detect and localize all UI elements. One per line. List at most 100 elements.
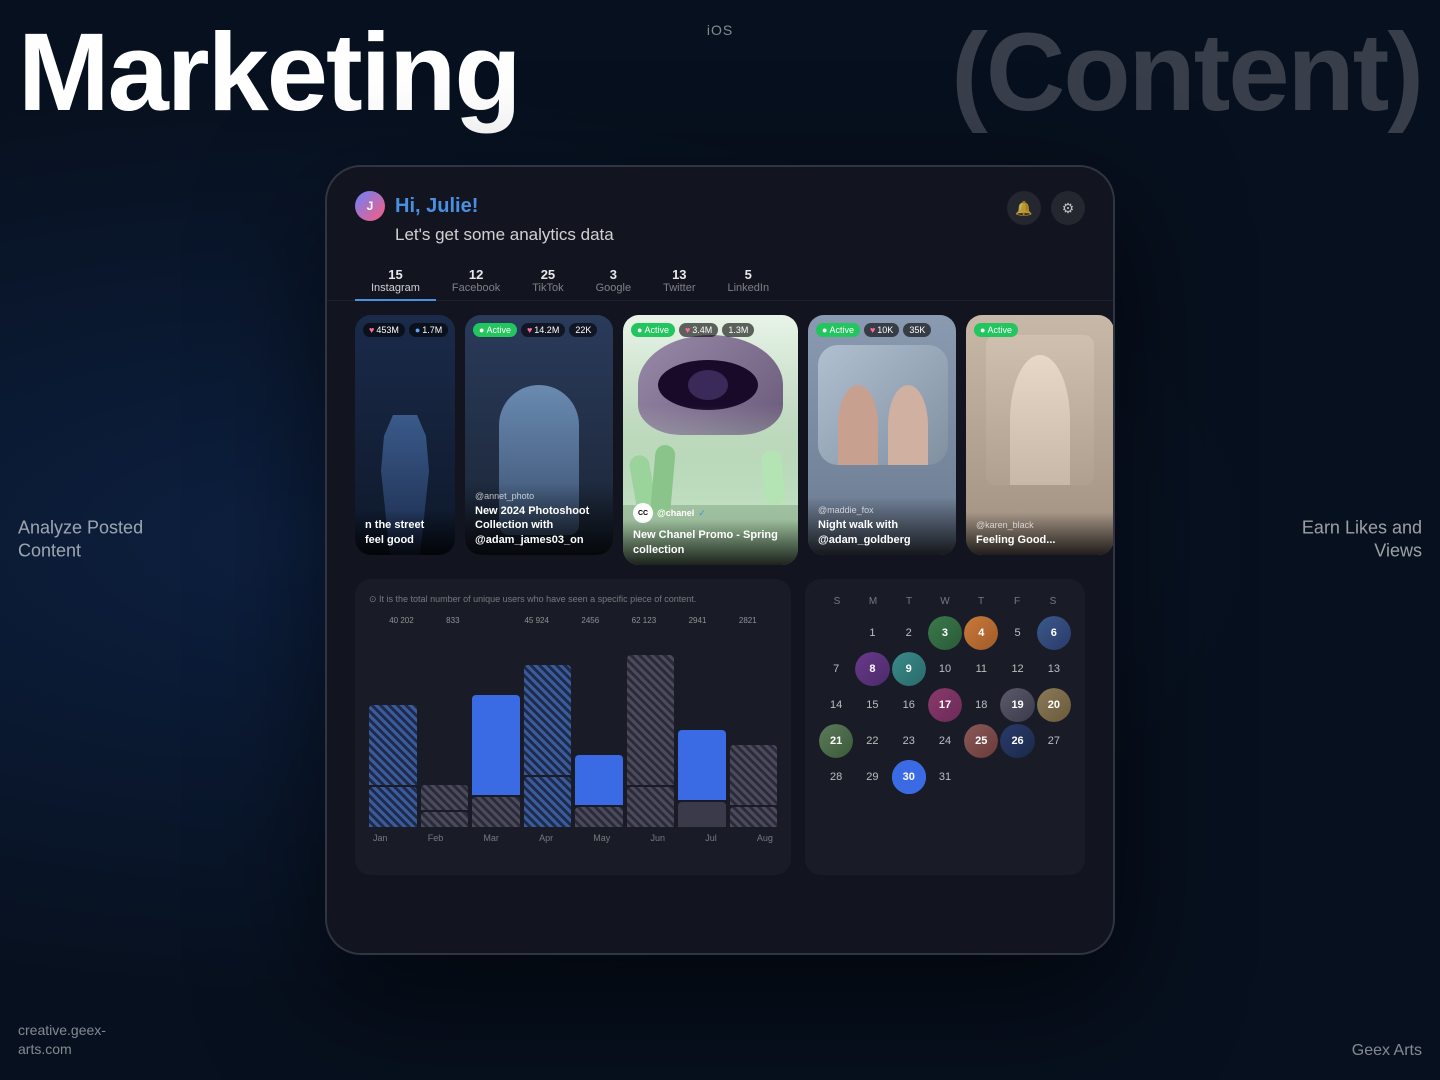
card-badges-5: ● Active [974,323,1018,337]
badge-hearts-3: ♥ 3.4M [679,323,718,337]
card-badges-2: ● Active ♥ 14.2M 22K [473,323,597,337]
chart-value-labels: 40 202 833 45 924 2456 62 123 2941 2821 [369,616,777,625]
bar-apr-bot [524,777,572,827]
cal-day-9[interactable]: 9 [892,652,926,686]
cal-day-20[interactable]: 20 [1037,688,1071,722]
bar-feb-top [421,785,469,810]
badge-views-3: 1.3M [722,323,754,337]
content-card-1[interactable]: ♥ 453M ● 1.7M n the street feel good [355,315,455,555]
tab-count: 15 [388,267,402,282]
card-overlay-2: @annet_photo New 2024 Photoshoot Collect… [465,483,613,555]
badge-active-3: ● Active [631,323,675,337]
chart-label-may: May [593,833,610,843]
cal-day-28[interactable]: 28 [819,760,853,794]
cal-day-26[interactable]: 26 [1000,724,1034,758]
cal-day-10[interactable]: 10 [928,652,962,686]
chart-labels: Jan Feb Mar Apr May Jun Jul Aug [369,833,777,843]
bar-jun-top [627,655,675,785]
cal-day-7[interactable]: 7 [819,652,853,686]
cal-day-14[interactable]: 14 [819,688,853,722]
tab-count: 5 [745,267,752,282]
bar-may [575,755,623,827]
notification-button[interactable]: 🔔 [1007,191,1041,225]
greeting-name: Julie! [421,195,479,217]
cal-day-3[interactable]: 3 [928,616,962,650]
tab-count: 25 [541,267,555,282]
cal-day-31[interactable]: 31 [928,760,962,794]
tab-label: LinkedIn [728,282,770,294]
card-overlay-4: @maddie_fox Night walk with @adam_goldbe… [808,497,956,555]
website-label: creative.geex-arts.com [18,1021,106,1060]
tab-count: 12 [469,267,483,282]
cal-img-21: 21 [819,724,853,758]
bar-feb [421,785,469,827]
tab-instagram[interactable]: 15 Instagram [355,261,436,300]
title-content: (Content) [951,18,1422,128]
chanel-handle: @chanel [657,508,694,518]
cal-day-27[interactable]: 27 [1037,724,1071,758]
content-card-2[interactable]: ● Active ♥ 14.2M 22K @annet_photo New 20… [465,315,613,555]
bar-jan [369,705,417,827]
cal-day-16[interactable]: 16 [892,688,926,722]
cal-day-4[interactable]: 4 [964,616,998,650]
tab-tiktok[interactable]: 25 TikTok [516,261,579,300]
cal-day-2[interactable]: 2 [892,616,926,650]
tab-label: Instagram [371,282,420,294]
card-badges-3: ● Active ♥ 3.4M 1.3M [631,323,754,337]
cal-day-8[interactable]: 8 [855,652,889,686]
calendar-grid: 1 2 3 4 5 6 7 8 [819,616,1071,794]
bar-may-bot [575,807,623,827]
cal-day-25[interactable]: 25 [964,724,998,758]
header-icons: 🔔 ⚙ [1007,191,1085,225]
cal-day-11[interactable]: 11 [964,652,998,686]
cal-day-empty [819,616,853,650]
chart-label-jun: Jun [651,833,666,843]
cal-dayname-w: W [927,593,963,610]
chart-val-2: 833 [446,616,459,625]
cal-img-25: 25 [964,724,998,758]
cal-day-6[interactable]: 6 [1037,616,1071,650]
content-card-4[interactable]: ● Active ♥ 10K 35K @maddie_fox Night wal… [808,315,956,555]
bar-jul-top [678,730,726,800]
cal-day-29[interactable]: 29 [855,760,889,794]
cal-img-20: 20 [1037,688,1071,722]
tab-linkedin[interactable]: 5 LinkedIn [712,261,786,300]
chart-label-aug: Aug [757,833,773,843]
greeting-row: J Hi, Julie! [355,191,614,221]
chart-label-apr: Apr [539,833,553,843]
cal-day-30[interactable]: 30 [892,760,926,794]
chart-label-jul: Jul [705,833,717,843]
cal-day-23[interactable]: 23 [892,724,926,758]
tab-facebook[interactable]: 12 Facebook [436,261,516,300]
settings-button[interactable]: ⚙ [1051,191,1085,225]
bar-jun-bot [627,787,675,827]
app-container: J Hi, Julie! Let's get some analytics da… [327,167,1113,953]
tab-label: Twitter [663,282,695,294]
cal-day-5[interactable]: 5 [1000,616,1034,650]
badge-active-4: ● Active [816,323,860,337]
cal-day-17[interactable]: 17 [928,688,962,722]
tab-label: TikTok [532,282,563,294]
cal-day-22[interactable]: 22 [855,724,889,758]
cal-day-19[interactable]: 19 [1000,688,1034,722]
cal-day-21[interactable]: 21 [819,724,853,758]
cal-day-13[interactable]: 13 [1037,652,1071,686]
content-card-3[interactable]: ● Active ♥ 3.4M 1.3M CC @chanel ✓ New Ch… [623,315,798,565]
cal-day-1[interactable]: 1 [855,616,889,650]
app-subtitle: Let's get some analytics data [355,225,614,245]
cal-day-18[interactable]: 18 [964,688,998,722]
tab-twitter[interactable]: 13 Twitter [647,261,711,300]
cal-day-15[interactable]: 15 [855,688,889,722]
cal-day-12[interactable]: 12 [1000,652,1034,686]
card-title-3: New Chanel Promo - Spring collection [633,528,788,557]
bar-jan-bot [369,787,417,827]
tab-google[interactable]: 3 Google [580,261,647,300]
cal-dayname-f: F [999,593,1035,610]
content-card-5[interactable]: ● Active @karen_black Feeling Good... [966,315,1113,555]
cal-dayname-m: M [855,593,891,610]
cal-img-19: 19 [1000,688,1034,722]
brand-label: Geex Arts [1352,1042,1422,1060]
card-title-2: New 2024 Photoshoot Collection with @ada… [475,504,603,547]
cal-day-24[interactable]: 24 [928,724,962,758]
bar-jan-top [369,705,417,785]
